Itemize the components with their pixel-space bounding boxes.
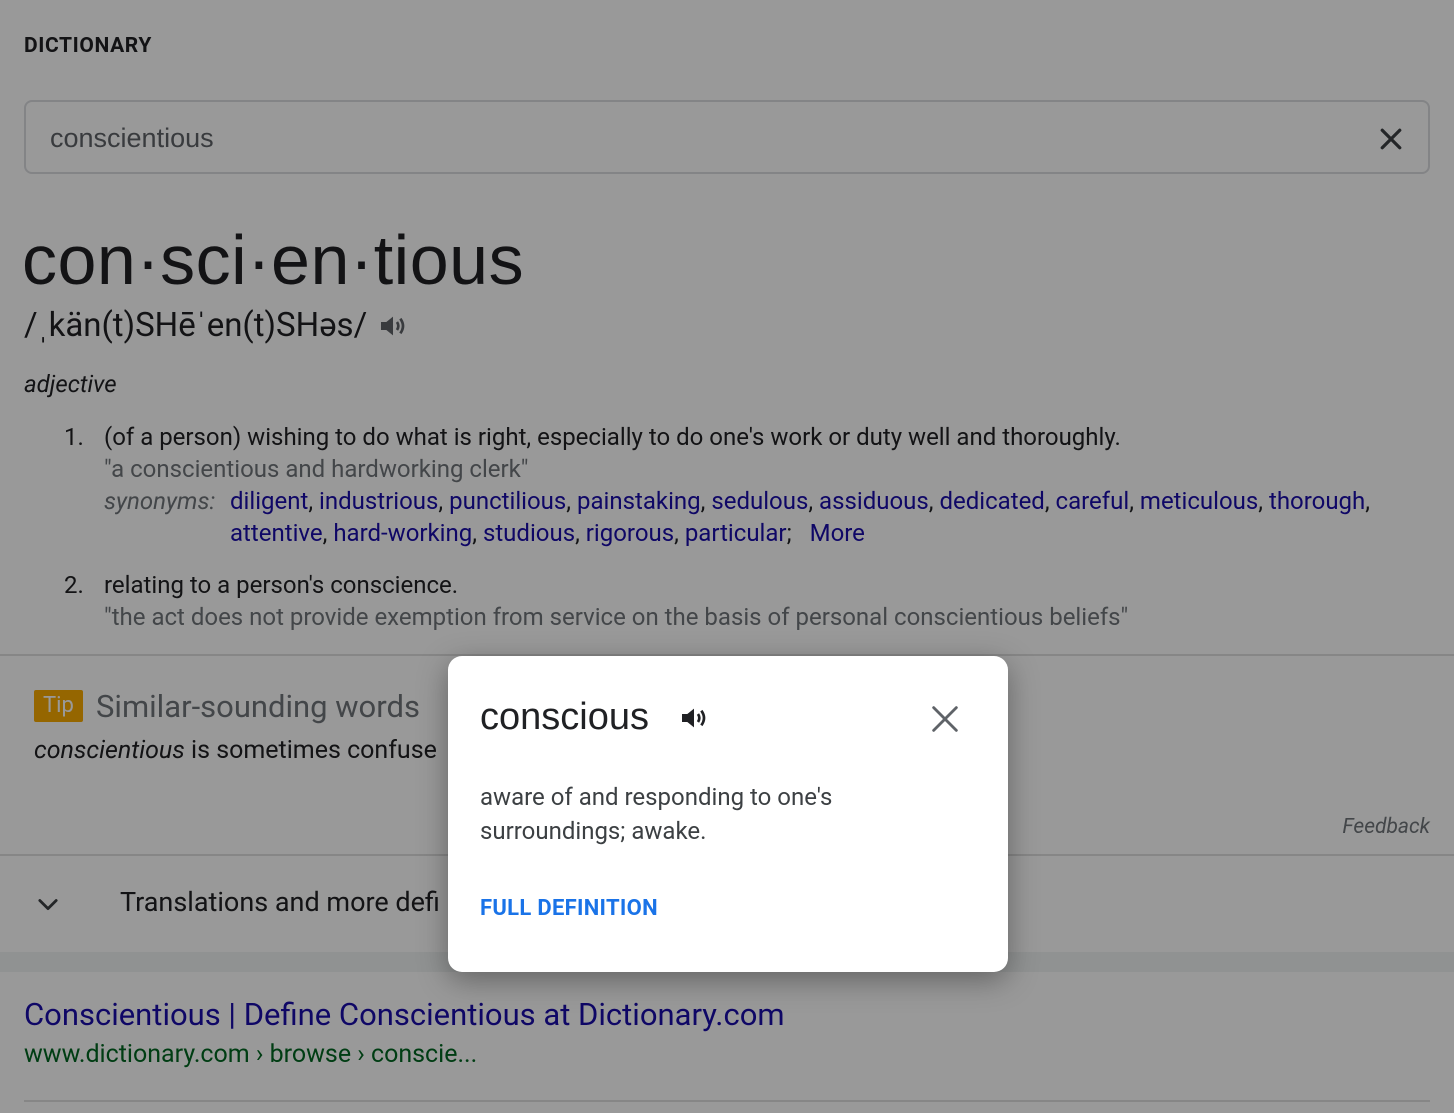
dialog-definition: aware of and responding to one's surroun…: [480, 783, 833, 845]
word-definition-dialog: conscious aware of and responding to one…: [448, 656, 1008, 972]
full-definition-button[interactable]: FULL DEFINITION: [480, 896, 658, 921]
speaker-icon[interactable]: [678, 702, 710, 734]
dialog-word: conscious: [480, 696, 649, 738]
close-icon[interactable]: [928, 702, 962, 736]
